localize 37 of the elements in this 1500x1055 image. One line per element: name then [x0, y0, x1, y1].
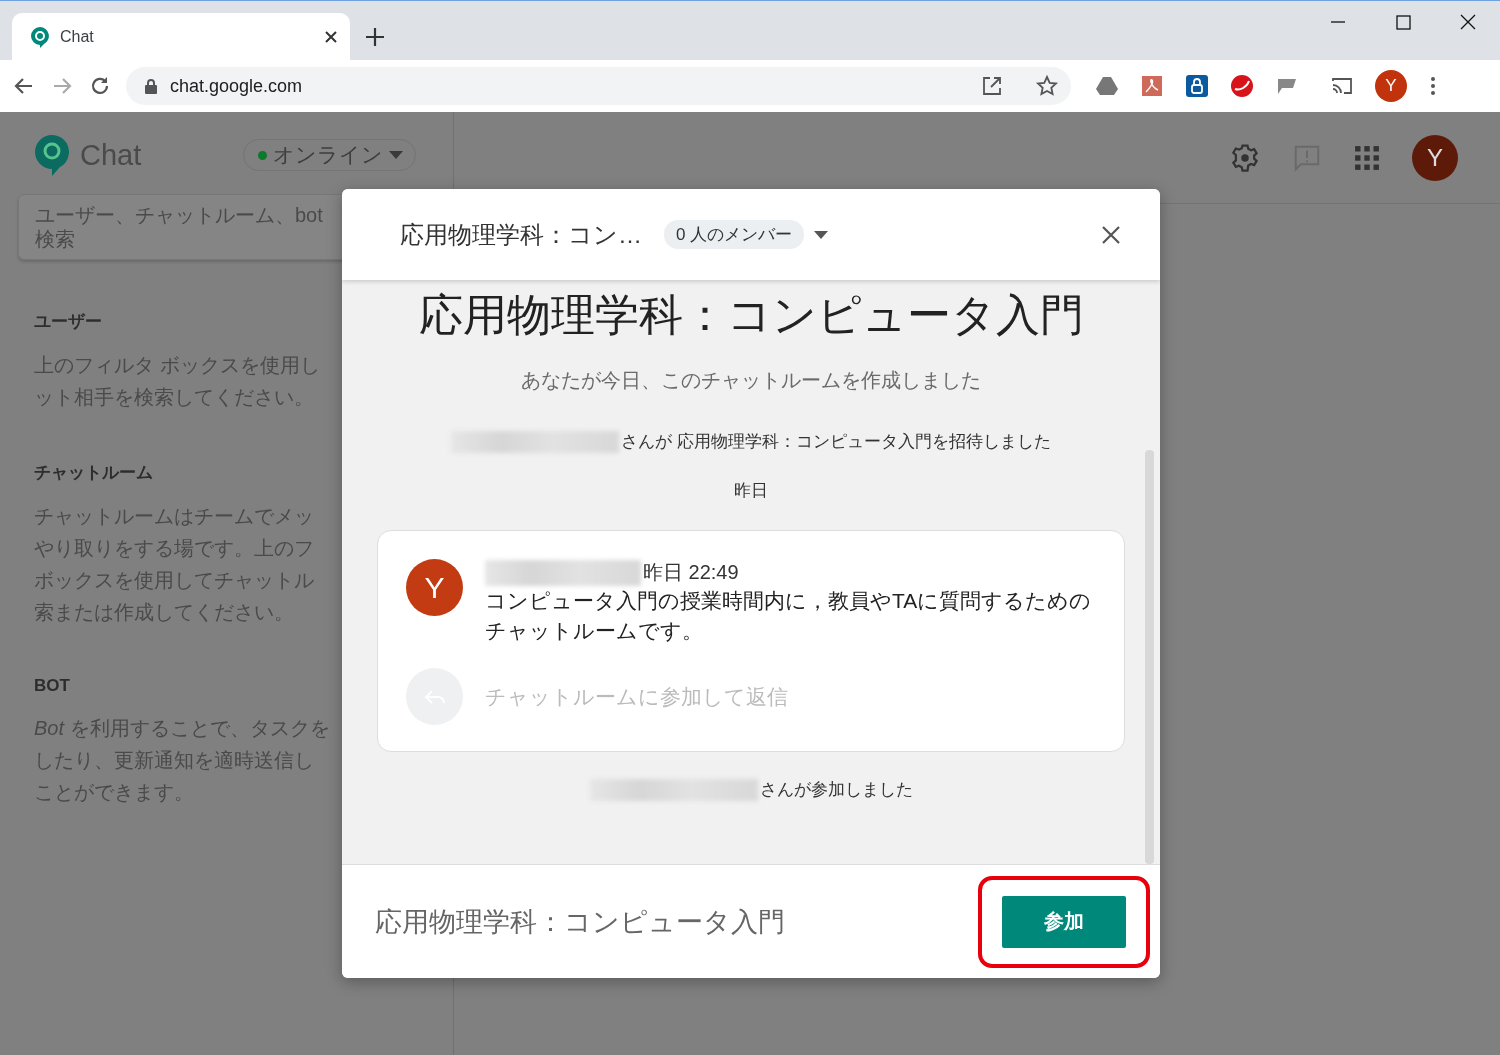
section-heading: BOT	[34, 676, 71, 696]
padlock-icon[interactable]	[1185, 74, 1209, 98]
chat-logo-icon	[34, 134, 70, 176]
created-note: あなたが今日、このチャットルームを作成しました	[521, 368, 981, 393]
new-tab-icon[interactable]	[364, 26, 386, 48]
address-bar[interactable]: chat.google.com	[126, 67, 1071, 105]
section-heading: チャットルーム	[34, 462, 154, 484]
caret-icon	[389, 151, 404, 159]
settings-icon[interactable]	[1230, 142, 1260, 173]
pdf-icon[interactable]	[1140, 74, 1164, 98]
message-time: 昨日 22:49	[643, 560, 739, 585]
section-heading: ユーザー	[34, 311, 103, 333]
apps-grid-icon[interactable]	[1354, 144, 1380, 171]
account-avatar[interactable]: Y	[1412, 134, 1458, 181]
star-icon[interactable]	[1035, 74, 1059, 98]
room-title: 応用物理学科：コンピュータ入門	[418, 289, 1084, 341]
close-icon[interactable]	[324, 29, 338, 44]
user-avatar: Y	[406, 559, 463, 616]
scrollbar[interactable]	[1145, 450, 1154, 864]
tab-title: Chat	[60, 27, 95, 46]
profile-avatar[interactable]: Y	[1375, 70, 1407, 102]
member-count-chip[interactable]: 0 人のメンバー	[664, 220, 805, 249]
event-text: さんが参加しました	[759, 779, 913, 801]
browser-tab[interactable]: Chat	[12, 13, 350, 60]
caret-icon[interactable]	[814, 230, 829, 239]
join-button[interactable]: 参加	[1002, 895, 1126, 948]
message-text: コンピュータ入門の授業時間内に，教員やTAに質問するためのチャットルームです。	[485, 588, 1093, 644]
swirl-icon[interactable]	[1230, 74, 1254, 98]
chat-logo-icon	[30, 25, 50, 48]
close-icon[interactable]	[1102, 225, 1120, 244]
lock-icon	[144, 78, 158, 94]
date-divider: 昨日	[734, 480, 768, 502]
url-text: chat.google.com	[170, 75, 304, 97]
event-text: さんが 応用物理学科：コンピュータ入門を招待しました	[621, 431, 1051, 453]
menu-icon[interactable]	[1428, 74, 1438, 98]
room-name: 応用物理学科：コンピュータ入門	[375, 905, 786, 939]
open-external-icon[interactable]	[981, 75, 1003, 97]
